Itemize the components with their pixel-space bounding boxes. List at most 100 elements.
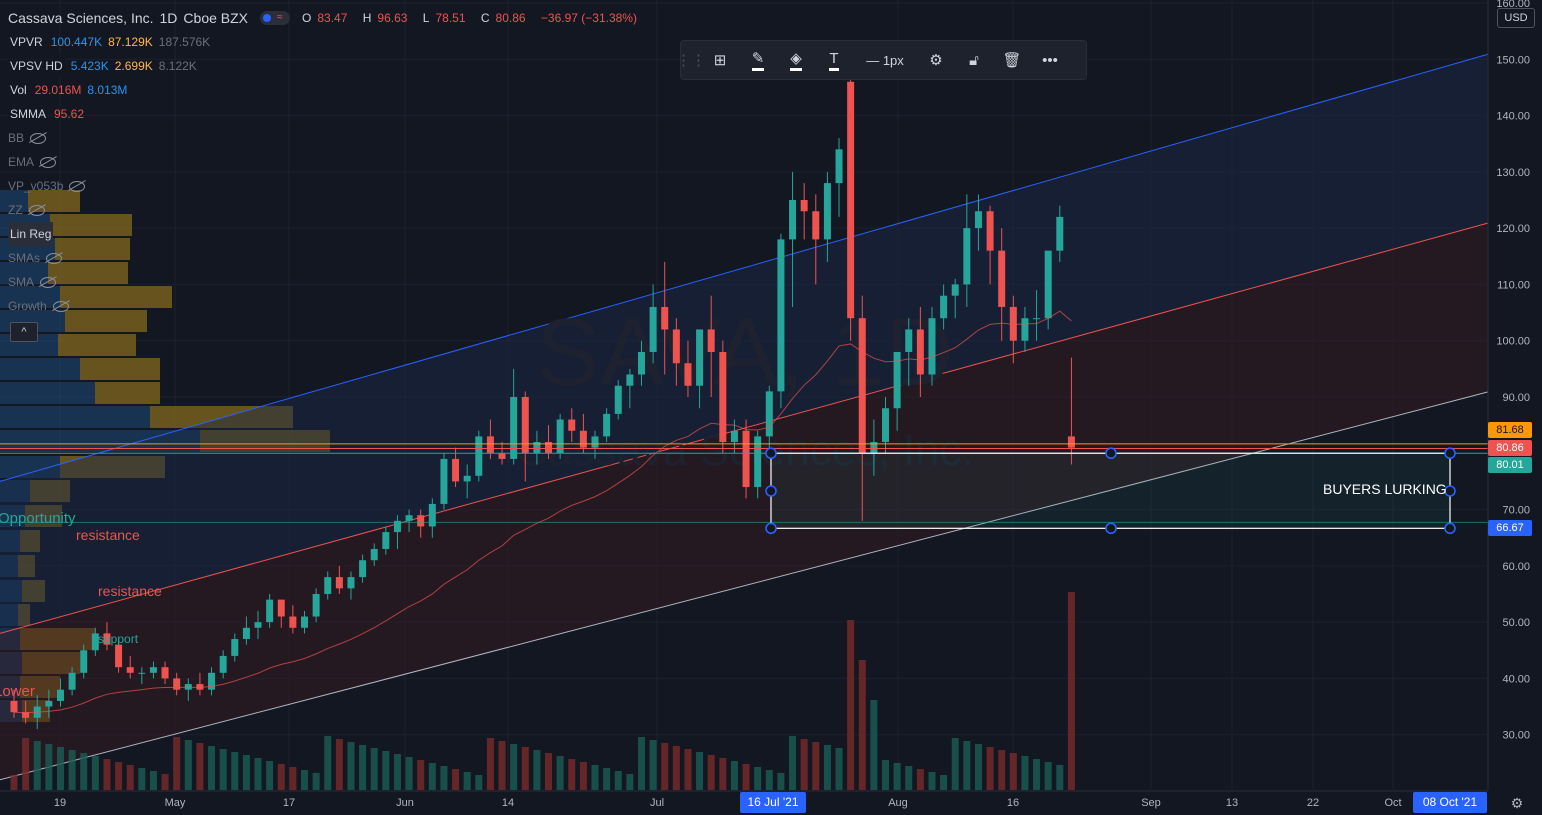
drag-handle-icon[interactable]: ⋮⋮	[676, 41, 706, 79]
volume-bar	[672, 746, 680, 790]
hidden-eye-icon[interactable]	[30, 132, 47, 144]
price-tick-label: 60.00	[1502, 561, 1530, 573]
indicator-vpvr[interactable]: VPVR 100.447K 87.129K 187.576K	[8, 30, 643, 54]
lock-icon[interactable]: 🔓︎	[955, 41, 993, 79]
volume-bar	[1009, 753, 1017, 790]
candle-body	[161, 667, 169, 679]
volume-bar	[149, 771, 157, 790]
candle-body	[812, 211, 820, 240]
volume-bar	[649, 740, 657, 790]
candle-body	[382, 532, 390, 549]
candle-body	[649, 306, 657, 352]
symbol-name[interactable]: Cassava Sciences, Inc.	[8, 6, 154, 30]
candle-body	[626, 374, 634, 386]
profile-bar-up	[0, 406, 150, 428]
buyers-lurking-label: BUYERS LURKING	[1323, 481, 1447, 497]
time-tick-label: Jul	[650, 797, 664, 809]
indicator-vpsv[interactable]: VPSV HD 5.423K 2.699K 8.122K	[8, 54, 643, 78]
profile-bar-down	[95, 382, 160, 404]
hidden-eye-icon[interactable]	[40, 276, 57, 288]
currency-select[interactable]: USD	[1497, 8, 1535, 28]
volume-bar	[138, 768, 146, 790]
candle-body	[324, 577, 332, 594]
indicator-zz[interactable]: ZZ	[8, 198, 643, 222]
volume-bar	[498, 741, 506, 790]
time-tick-label: 14	[502, 797, 514, 809]
indicator-smma[interactable]: SMMA 95.62	[8, 102, 643, 126]
price-tick-label: 150.00	[1496, 54, 1530, 66]
candle-body	[312, 594, 320, 617]
hidden-eye-icon[interactable]	[46, 252, 63, 264]
trash-icon[interactable]: 🗑︎	[993, 41, 1031, 79]
volume-bar	[359, 745, 367, 790]
compare-toggle-icon[interactable]: ≈	[260, 11, 291, 25]
volume-bar	[1033, 759, 1041, 790]
volume-bar	[10, 775, 18, 790]
rectangle-handle	[765, 447, 777, 460]
volume-bar	[1044, 762, 1052, 790]
candle-body	[68, 672, 76, 690]
more-icon[interactable]: •••	[1031, 41, 1069, 79]
price-tick-label: 140.00	[1496, 111, 1530, 123]
time-tick-label: 22	[1307, 797, 1319, 809]
indicator-ema[interactable]: EMA	[8, 150, 643, 174]
volume-bar	[777, 773, 785, 790]
volume-bar	[289, 767, 297, 790]
volume-bar	[184, 740, 192, 790]
price-tick-label: 100.00	[1496, 336, 1530, 348]
volume-bar	[719, 758, 727, 790]
line-color-icon[interactable]: ✎	[739, 41, 777, 79]
volume-bar	[103, 759, 111, 790]
volume-bar	[545, 753, 553, 790]
drawing-toolbar: ⋮⋮ ⊞ ✎ ◈ T — 1px ⚙ 🔓︎ 🗑︎ •••	[676, 40, 1087, 80]
volume-bar	[928, 772, 936, 790]
volume-bar	[266, 761, 274, 790]
indicator-smas[interactable]: SMAs	[8, 246, 643, 270]
profile-bar-up	[0, 382, 95, 404]
indicator-growth[interactable]: Growth	[8, 294, 643, 318]
volume-bar	[591, 765, 599, 790]
candle-body	[672, 329, 680, 364]
volume-bar	[568, 759, 576, 790]
candle-body	[940, 295, 948, 319]
hidden-eye-icon[interactable]	[28, 204, 45, 216]
settings-gear-icon[interactable]: ⚙	[917, 41, 955, 79]
candle-body	[347, 577, 355, 589]
indicator-sma[interactable]: SMA	[8, 270, 643, 294]
axis-settings-gear-icon[interactable]: ⚙	[1508, 795, 1526, 813]
volume-bar	[974, 744, 982, 790]
volume-bar	[486, 738, 494, 790]
hidden-eye-icon[interactable]	[52, 300, 69, 312]
indicator-linreg[interactable]: Lin Reg	[8, 222, 643, 246]
candle-body	[138, 672, 146, 674]
hidden-eye-icon[interactable]	[40, 156, 57, 168]
collapse-legend-button[interactable]: ^	[10, 322, 38, 342]
line-width-button[interactable]: — 1px	[853, 41, 917, 79]
hidden-eye-icon[interactable]	[69, 180, 86, 192]
price-tick-label: 120.00	[1496, 223, 1530, 235]
indicator-vol[interactable]: Vol 29.016M 8.013M	[8, 78, 643, 102]
volume-bar	[254, 758, 262, 790]
candle-body	[800, 200, 808, 212]
candle-body	[1067, 436, 1075, 448]
interval[interactable]: 1D	[160, 6, 178, 30]
candle-body	[405, 515, 413, 521]
candle-body	[10, 700, 18, 713]
chart-legend: Cassava Sciences, Inc. 1D Cboe BZX ≈ O 83…	[8, 6, 643, 318]
candle-body	[1021, 318, 1029, 341]
candle-body	[498, 453, 506, 459]
volume-bar	[45, 744, 53, 790]
volume-bar	[242, 755, 250, 790]
price-tick-label: 40.00	[1502, 673, 1530, 685]
rectangle-handle	[1105, 522, 1117, 535]
price-tick-label: 90.00	[1502, 392, 1530, 404]
fill-color-icon[interactable]: ◈	[777, 41, 815, 79]
volume-bar	[812, 742, 820, 790]
text-color-icon[interactable]: T	[815, 41, 853, 79]
template-icon[interactable]: ⊞	[701, 41, 739, 79]
indicator-vp[interactable]: VP_v053b	[8, 174, 643, 198]
indicator-bb[interactable]: BB	[8, 126, 643, 150]
candle-body	[1033, 318, 1041, 320]
time-tick-label: Jun	[396, 797, 414, 809]
volume-bar	[789, 736, 797, 790]
